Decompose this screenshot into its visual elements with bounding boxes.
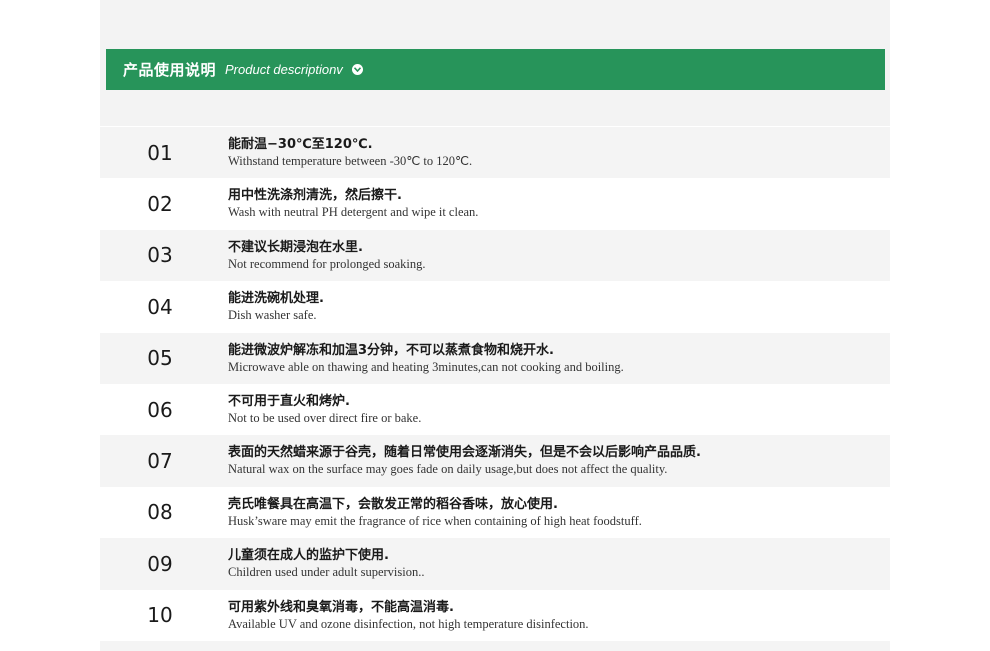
item-text-en: Wash with neutral PH detergent and wipe … [228,205,479,220]
list-item: 01 能耐温−30℃至120℃. Withstand temperature b… [100,127,890,179]
section-title-cn: 产品使用说明 [123,61,217,79]
description-panel: 产品使用说明 Product descriptionv 01 能耐温−30℃至1… [100,0,890,651]
item-text-cn: 表面的天然蜡来源于谷壳，随着日常使用会逐渐消失，但是不会以后影响产品品质. [228,445,701,461]
item-text-en: Husk’sware may emit the fragrance of ric… [228,513,642,528]
item-text-cn: 用中性洗涤剂清洗，然后擦干. [228,188,402,204]
item-number: 04 [147,294,173,319]
item-number: 06 [147,397,173,422]
list-item: 03 不建议长期浸泡在水里. Not recommend for prolong… [100,229,890,282]
item-text-en: Microwave able on thawing and heating 3m… [228,359,624,374]
item-text-en: Natural wax on the surface may goes fade… [228,462,668,477]
instruction-list: 01 能耐温−30℃至120℃. Withstand temperature b… [100,127,890,641]
list-item: 09 儿童须在成人的监护下使用. Children used under adu… [100,538,890,590]
item-text-en: Withstand temperature between -30℃ to 12… [228,154,473,168]
item-number: 05 [147,346,173,371]
item-text-cn: 不建议长期浸泡在水里. [228,239,363,255]
chevron-down-circle-icon [351,64,363,75]
item-number: 10 [147,603,173,628]
item-number: 01 [147,140,173,165]
list-item: 08 壳氏唯餐具在高温下，会散发正常的稻谷香味，放心使用. Husk’sware… [100,486,890,539]
item-text-cn: 壳氏唯餐具在高温下，会散发正常的稻谷香味，放心使用. [228,496,558,512]
item-text-cn: 能进微波炉解冻和加温3分钟，不可以蒸煮食物和烧开水. [228,342,554,358]
item-text-cn: 不可用于直火和烤炉. [228,393,350,409]
item-number: 07 [147,449,173,474]
section-header: 产品使用说明 Product descriptionv [106,49,885,90]
list-item: 02 用中性洗涤剂清洗，然后擦干. Wash with neutral PH d… [100,178,890,230]
section-title-en: Product descriptionv [225,62,343,77]
item-text-cn: 儿童须在成人的监护下使用. [228,548,389,564]
list-item: 06 不可用于直火和烤炉. Not to be used over direct… [100,383,890,436]
item-text-en: Not recommend for prolonged soaking. [228,256,426,271]
item-number: 09 [147,551,173,576]
item-text-en: Not to be used over direct fire or bake. [228,410,422,425]
list-item: 05 能进微波炉解冻和加温3分钟，不可以蒸煮食物和烧开水. Microwave … [100,332,890,384]
item-number: 08 [147,500,173,525]
item-text-cn: 能进洗碗机处理. [228,291,324,307]
item-text-cn: 可用紫外线和臭氧消毒，不能高温消毒. [228,599,454,615]
list-item: 10 可用紫外线和臭氧消毒，不能高温消毒. Available UV and o… [100,589,890,641]
item-text-cn: 能耐温−30℃至120℃. [228,137,373,152]
list-item: 07 表面的天然蜡来源于谷壳，随着日常使用会逐渐消失，但是不会以后影响产品品质.… [100,435,890,487]
list-item: 04 能进洗碗机处理. Dish washer safe. [100,281,890,333]
item-text-en: Available UV and ozone disinfection, not… [228,616,589,631]
bottom-band [100,641,890,651]
item-text-en: Children used under adult supervision.. [228,565,425,580]
item-number: 03 [147,243,173,268]
item-number: 02 [147,192,173,217]
item-text-en: Dish washer safe. [228,308,317,323]
